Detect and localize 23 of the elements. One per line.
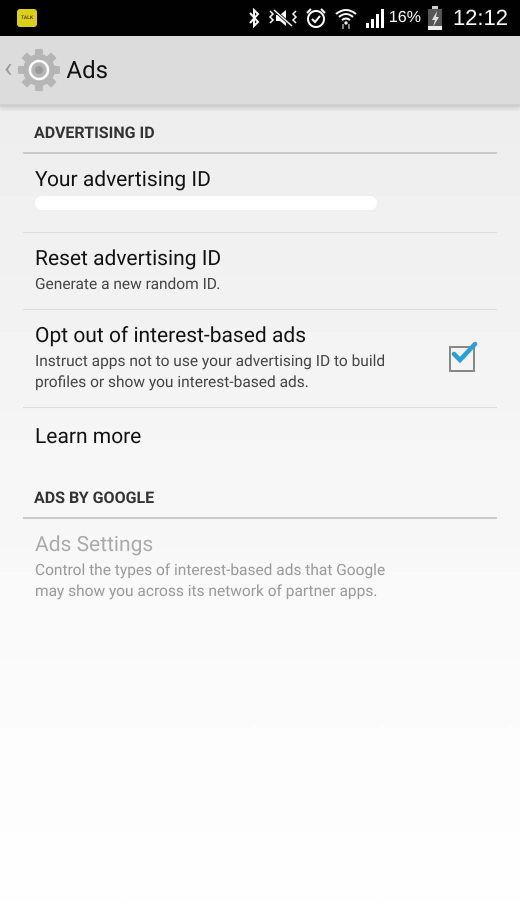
section-header: ADVERTISING ID bbox=[23, 107, 497, 154]
clock: 12:12 bbox=[452, 5, 508, 31]
preference-summary: Control the types of interest-based ads that Google may show you across its network of partner apps. bbox=[35, 560, 386, 602]
battery-percentage: 16% bbox=[388, 9, 421, 27]
preference-title: Learn more bbox=[35, 425, 142, 449]
preference-row[interactable]: Your advertising ID bbox=[23, 154, 497, 233]
preference-row[interactable]: Reset advertising ID Generate a new random ID. bbox=[23, 233, 497, 310]
preference-summary: Generate a new random ID. bbox=[35, 274, 222, 295]
screen-title: Ads bbox=[66, 56, 108, 84]
alarm-icon bbox=[304, 7, 327, 29]
section-header: ADS BY GOOGLE bbox=[23, 472, 497, 519]
preference-row[interactable]: Learn more bbox=[23, 408, 497, 472]
mute-icon bbox=[268, 7, 298, 29]
gear-icon bbox=[16, 47, 62, 93]
wifi-icon bbox=[334, 7, 358, 29]
signal-icon bbox=[364, 8, 385, 28]
battery-charging-icon bbox=[428, 6, 442, 30]
preference-title: Ads Settings bbox=[35, 533, 154, 557]
preference-title: Opt out of interest-based ads bbox=[35, 324, 308, 348]
preference-summary: Instruct apps not to use your advertising ID to build profiles or show you interest-based ads. bbox=[35, 351, 386, 393]
preference-title: Reset advertising ID bbox=[35, 247, 222, 271]
bluetooth-icon bbox=[246, 8, 261, 28]
preference-title: Your advertising ID bbox=[35, 168, 212, 192]
